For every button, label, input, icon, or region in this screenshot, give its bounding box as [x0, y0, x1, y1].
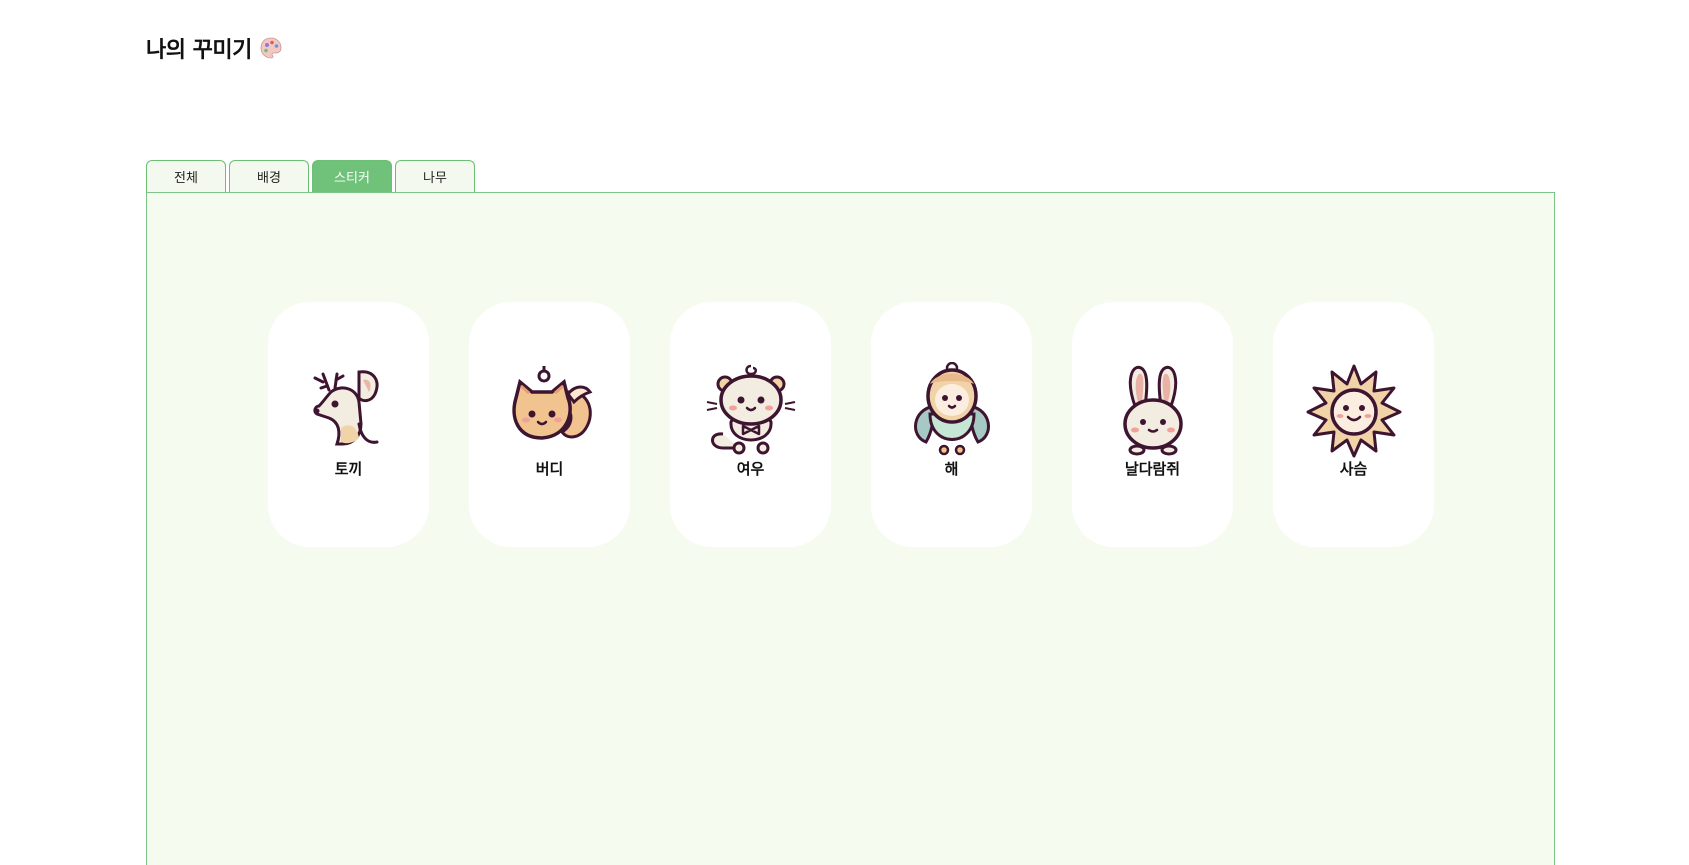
sticker-label: 사슴 [1339, 460, 1368, 478]
deer-icon [312, 370, 378, 446]
fox-icon [511, 366, 592, 440]
sticker-card[interactable]: 버디 [469, 302, 630, 547]
tab-background[interactable]: 배경 [229, 160, 309, 192]
sticker-card[interactable]: 날다람쥐 [1072, 302, 1233, 547]
tab-all[interactable]: 전체 [146, 160, 226, 192]
sticker-label: 여우 [736, 460, 765, 478]
sun-icon [1306, 364, 1401, 458]
page: 나의 꾸미기 전체 배경 스티커 나무 토끼 버디 여우 해 날다람쥐 사슴 [0, 0, 1689, 865]
sticker-card[interactable]: 토끼 [268, 302, 429, 547]
rabbit-icon [1122, 365, 1183, 456]
sticker-label: 날다람쥐 [1124, 460, 1181, 478]
sticker-label: 해 [944, 460, 959, 478]
sticker-card[interactable]: 사슴 [1273, 302, 1434, 547]
sticker-grid: 토끼 버디 여우 해 날다람쥐 사슴 [268, 302, 1434, 547]
page-title: 나의 꾸미기 [146, 38, 252, 63]
sticker-label: 토끼 [334, 460, 363, 478]
bird-icon [913, 362, 990, 456]
sticker-card[interactable]: 여우 [670, 302, 831, 547]
header: 나의 꾸미기 [146, 32, 284, 64]
tab-tree[interactable]: 나무 [395, 160, 475, 192]
tab-bar: 전체 배경 스티커 나무 [146, 160, 475, 192]
sticker-card[interactable]: 해 [871, 302, 1032, 547]
tab-sticker[interactable]: 스티커 [312, 160, 392, 192]
sticker-label: 버디 [535, 460, 564, 478]
cat-icon [706, 364, 795, 455]
sticker-panel: 토끼 버디 여우 해 날다람쥐 사슴 [146, 192, 1555, 865]
palette-icon [260, 37, 282, 59]
